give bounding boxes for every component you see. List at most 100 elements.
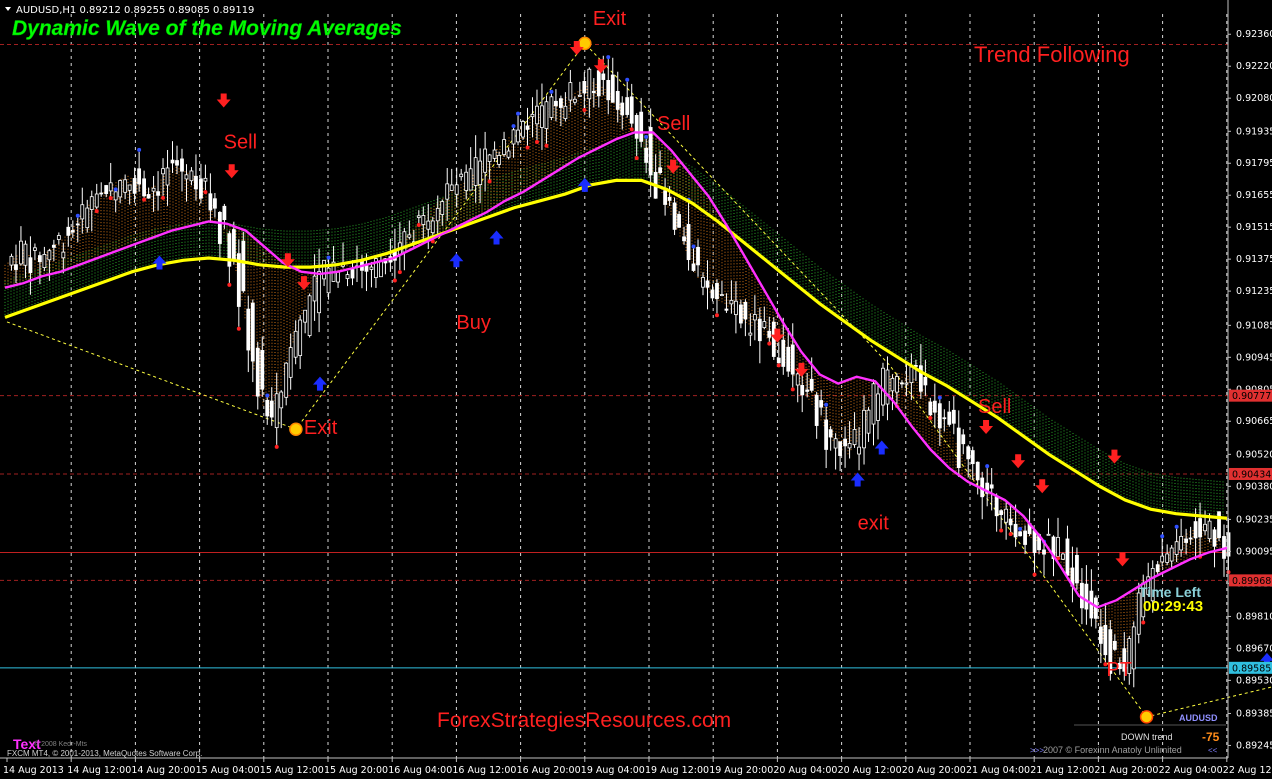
candle-body	[535, 105, 539, 125]
candle-body	[587, 68, 592, 100]
chart-title: Dynamic Wave of the Moving Averages	[12, 17, 402, 40]
candle-body	[720, 294, 724, 296]
candle-body	[137, 168, 142, 185]
candle-body	[975, 461, 980, 481]
candle-body	[19, 240, 23, 265]
candle-body	[1174, 541, 1179, 555]
candle-body	[615, 91, 620, 110]
fractal-dot	[75, 213, 80, 218]
candle-body	[89, 196, 94, 210]
candle-body	[634, 115, 639, 139]
candle-body	[1084, 583, 1089, 610]
candle-body	[379, 260, 383, 278]
candle-body	[862, 409, 866, 449]
candle-body	[1179, 536, 1184, 551]
candle-body	[923, 376, 928, 386]
candle-body	[648, 127, 653, 176]
price-tag-label: 0.89968	[1232, 576, 1271, 587]
fractal-dot	[928, 415, 933, 420]
time-tick-label: 21 Aug 04:00	[966, 765, 1030, 776]
candle-body	[767, 330, 772, 338]
candle-body	[478, 160, 483, 186]
candle-body	[951, 409, 956, 424]
fractal-dot	[776, 363, 781, 368]
fractal-dot	[544, 143, 549, 148]
time-tick-label: 22 Aug 12:00	[1223, 765, 1272, 776]
candle-body	[175, 160, 179, 166]
candle-body	[1042, 549, 1046, 555]
candle-body	[1080, 582, 1084, 609]
candle-body	[805, 389, 810, 392]
fractal-dot	[265, 393, 270, 398]
price-tick-label: 0.90235	[1236, 514, 1272, 525]
price-tick-label: 0.92080	[1236, 93, 1272, 104]
candle-body	[606, 80, 611, 101]
candle-body	[795, 373, 800, 386]
price-tick-label: 0.92360	[1236, 29, 1272, 40]
candle-body	[307, 295, 312, 336]
candle-body	[70, 230, 75, 233]
fractal-dot	[1160, 534, 1165, 539]
candle-body	[843, 438, 847, 447]
candle-body	[521, 121, 525, 138]
candle-body	[956, 427, 961, 469]
candle-body	[682, 236, 686, 242]
candle-body	[1165, 553, 1170, 563]
candle-body	[710, 289, 715, 299]
candle-body	[184, 174, 189, 180]
candle-body	[288, 347, 293, 378]
candle-body	[312, 275, 317, 302]
price-tick-label: 0.91515	[1236, 222, 1272, 233]
candle-body	[696, 246, 700, 266]
time-tick-label: 16 Aug 20:00	[517, 765, 581, 776]
trend-box: DOWN trend	[1121, 732, 1173, 742]
fractal-dot	[1032, 572, 1037, 577]
candle-body	[284, 362, 289, 398]
fractal-dot	[985, 464, 990, 469]
time-tick-label: 19 Aug 12:00	[645, 765, 709, 776]
candle-body	[336, 271, 340, 283]
candle-body	[966, 446, 971, 460]
candle-body	[866, 409, 871, 434]
candle-body	[743, 301, 748, 320]
candle-body	[260, 350, 265, 390]
annotation-label: exit	[858, 513, 890, 535]
candle-body	[691, 263, 696, 271]
price-chart[interactable]: Exit Sell Sell Buy Exit exit Sell PT 0.92360 0.9…	[0, 0, 1272, 779]
candle-body	[786, 346, 791, 372]
fractal-dot	[824, 402, 829, 407]
candle-body	[828, 429, 833, 438]
candle-body	[686, 224, 691, 261]
fractal-dot	[525, 145, 530, 150]
candle-body	[734, 300, 738, 315]
candle-body	[947, 411, 952, 425]
fractal-dot	[108, 196, 113, 201]
time-tick-label: 14 Aug 12:00	[67, 765, 131, 776]
candle-body	[23, 243, 28, 266]
candle-body	[454, 184, 459, 195]
time-tick-label: 15 Aug 12:00	[260, 765, 324, 776]
candle-body	[800, 385, 805, 396]
candle-body	[596, 70, 601, 97]
candle-body	[729, 299, 734, 305]
fractal-dot	[516, 111, 521, 116]
fractal-dot	[1141, 620, 1146, 625]
fractal-dot	[511, 124, 516, 129]
candle-body	[705, 280, 710, 288]
candle-body	[75, 223, 80, 226]
price-tick-label: 0.90380	[1236, 481, 1272, 492]
time-tick-label: 19 Aug 04:00	[581, 765, 645, 776]
website-label: ForexStrategiesResources.com	[437, 709, 731, 732]
candle-body	[293, 330, 298, 358]
fractal-dot	[606, 55, 611, 60]
candle-body	[544, 101, 549, 129]
fractal-dot	[999, 528, 1004, 533]
candle-body	[790, 344, 795, 375]
fractal-dot	[274, 444, 279, 449]
candle-body	[776, 357, 781, 364]
candle-body	[85, 207, 90, 229]
candle-body	[961, 434, 966, 445]
candle-body	[99, 192, 104, 195]
time-tick-label: 14 Aug 20:00	[131, 765, 195, 776]
candle-body	[1217, 511, 1221, 539]
